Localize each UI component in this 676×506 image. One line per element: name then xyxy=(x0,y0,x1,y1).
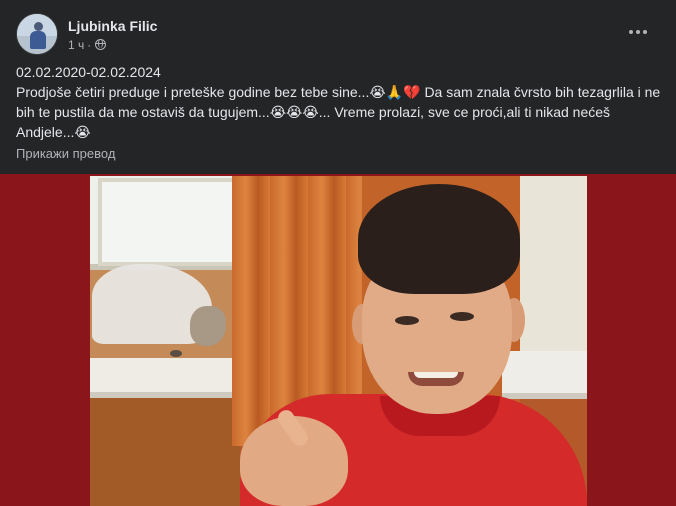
post-timestamp-row: 1 ч · xyxy=(68,38,157,52)
post-header: Ljubinka Filic 1 ч · xyxy=(16,12,157,56)
meta-separator: · xyxy=(87,37,92,52)
post-time[interactable]: 1 ч xyxy=(68,38,84,52)
post-photo[interactable] xyxy=(0,174,676,506)
post-meta: Ljubinka Filic 1 ч · xyxy=(68,17,157,52)
more-options-button[interactable] xyxy=(620,22,656,42)
avatar[interactable] xyxy=(16,13,58,55)
post-date-range: 02.02.2020-02.02.2024 xyxy=(16,64,161,80)
post-text: 02.02.2020-02.02.2024 Prodjoše četiri pr… xyxy=(16,62,666,142)
globe-icon[interactable] xyxy=(95,39,107,50)
photo-content xyxy=(90,176,587,506)
see-translation-link[interactable]: Прикажи превод xyxy=(16,146,115,161)
more-horizontal-icon xyxy=(629,30,633,34)
facebook-post: Ljubinka Filic 1 ч · 02.02.2020-02.02.20… xyxy=(0,0,676,506)
post-body: Prodjoše četiri preduge i preteške godin… xyxy=(16,84,661,140)
author-name[interactable]: Ljubinka Filic xyxy=(68,17,157,35)
